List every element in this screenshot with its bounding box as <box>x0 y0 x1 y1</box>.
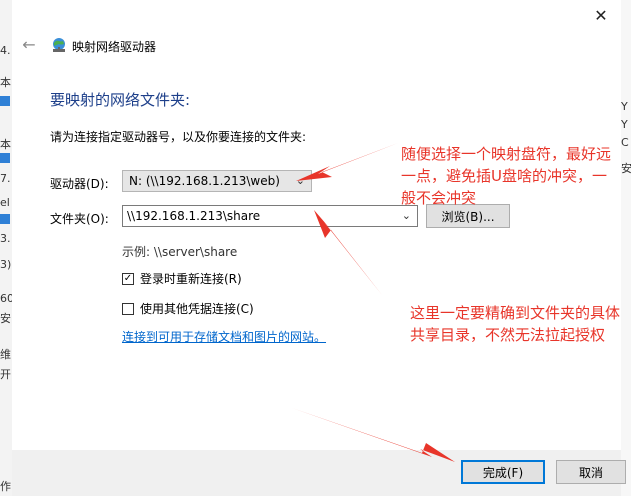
other-credentials-label: 使用其他凭据连接(C) <box>140 302 254 316</box>
bg-progress-bar <box>0 214 10 224</box>
bg-fragment: C <box>621 136 629 149</box>
bg-fragment: el <box>0 196 10 209</box>
bg-fragment: 作 <box>0 480 11 493</box>
bg-fragment: 3) <box>0 258 12 271</box>
example-text: 示例: \\server\share <box>122 245 238 259</box>
reconnect-label: 登录时重新连接(R) <box>140 272 242 286</box>
annotation-note-folder: 这里一定要精确到文件夹的具体共享目录，不然无法拉起授权 <box>410 304 621 344</box>
chevron-down-icon: ⌄ <box>295 174 305 187</box>
bg-fragment: 7. <box>0 172 11 185</box>
dialog-title: 映射网络驱动器 <box>72 40 157 54</box>
annotation-note-drive: 随便选择一个映射盘符，最好远一点，避免插U盘啥的冲突，一般不会冲突 <box>401 145 612 207</box>
folder-label: 文件夹(O): <box>50 212 109 226</box>
bg-fragment: 本 <box>0 76 11 89</box>
reconnect-option[interactable]: ✓ 登录时重新连接(R) <box>122 270 242 287</box>
instruction-text: 请为连接指定驱动器号，以及你要连接的文件夹: <box>50 130 307 144</box>
bg-fragment: 60 <box>0 292 12 305</box>
close-icon: ✕ <box>594 5 608 25</box>
finish-button[interactable]: 完成(F) <box>461 460 545 484</box>
chevron-down-icon: ⌄ <box>401 209 411 222</box>
bg-fragment: 安 <box>0 312 11 325</box>
website-link[interactable]: 连接到可用于存储文档和图片的网站。 <box>122 328 326 345</box>
back-arrow-icon[interactable]: ← <box>20 36 38 54</box>
page-heading: 要映射的网络文件夹: <box>50 91 191 109</box>
bg-fragment: 安 <box>621 162 631 175</box>
other-credentials-option[interactable]: 使用其他凭据连接(C) <box>122 300 254 317</box>
bg-progress-bar <box>0 153 10 163</box>
background-window-left: 4. 本 本 7. el 3. 3) 60 安 维 开 作 <box>0 0 12 496</box>
close-button[interactable]: ✕ <box>587 4 615 26</box>
drive-letter-select[interactable]: N: (\\192.168.1.213\web) ⌄ <box>122 170 312 192</box>
drive-label: 驱动器(D): <box>50 177 109 191</box>
bg-fragment: Y <box>621 118 628 131</box>
map-network-drive-dialog: ✕ ← 映射网络驱动器 要映射的网络文件夹: 请为连接指定驱动器号，以及你要连接… <box>12 0 626 496</box>
cancel-button[interactable]: 取消 <box>556 460 626 484</box>
folder-input[interactable]: \\192.168.1.213\share ⌄ <box>122 205 418 227</box>
bg-fragment: 4. <box>0 44 11 57</box>
bg-fragment: 维 <box>0 348 11 361</box>
reconnect-checkbox[interactable]: ✓ <box>122 272 134 285</box>
bg-fragment: Y <box>621 100 628 113</box>
other-credentials-checkbox[interactable] <box>122 302 134 315</box>
bg-progress-bar <box>0 96 10 106</box>
background-window-right: Y Y C 安 <box>621 0 631 496</box>
bg-fragment: 开 <box>0 368 11 381</box>
bg-fragment: 3. <box>0 232 11 245</box>
drive-value: N: (\\192.168.1.213\web) <box>129 174 280 188</box>
bg-fragment: 本 <box>0 138 11 151</box>
network-drive-icon <box>53 38 65 52</box>
dialog-button-bar: 完成(F) 取消 <box>12 450 626 496</box>
folder-value: \\192.168.1.213\share <box>127 209 261 223</box>
